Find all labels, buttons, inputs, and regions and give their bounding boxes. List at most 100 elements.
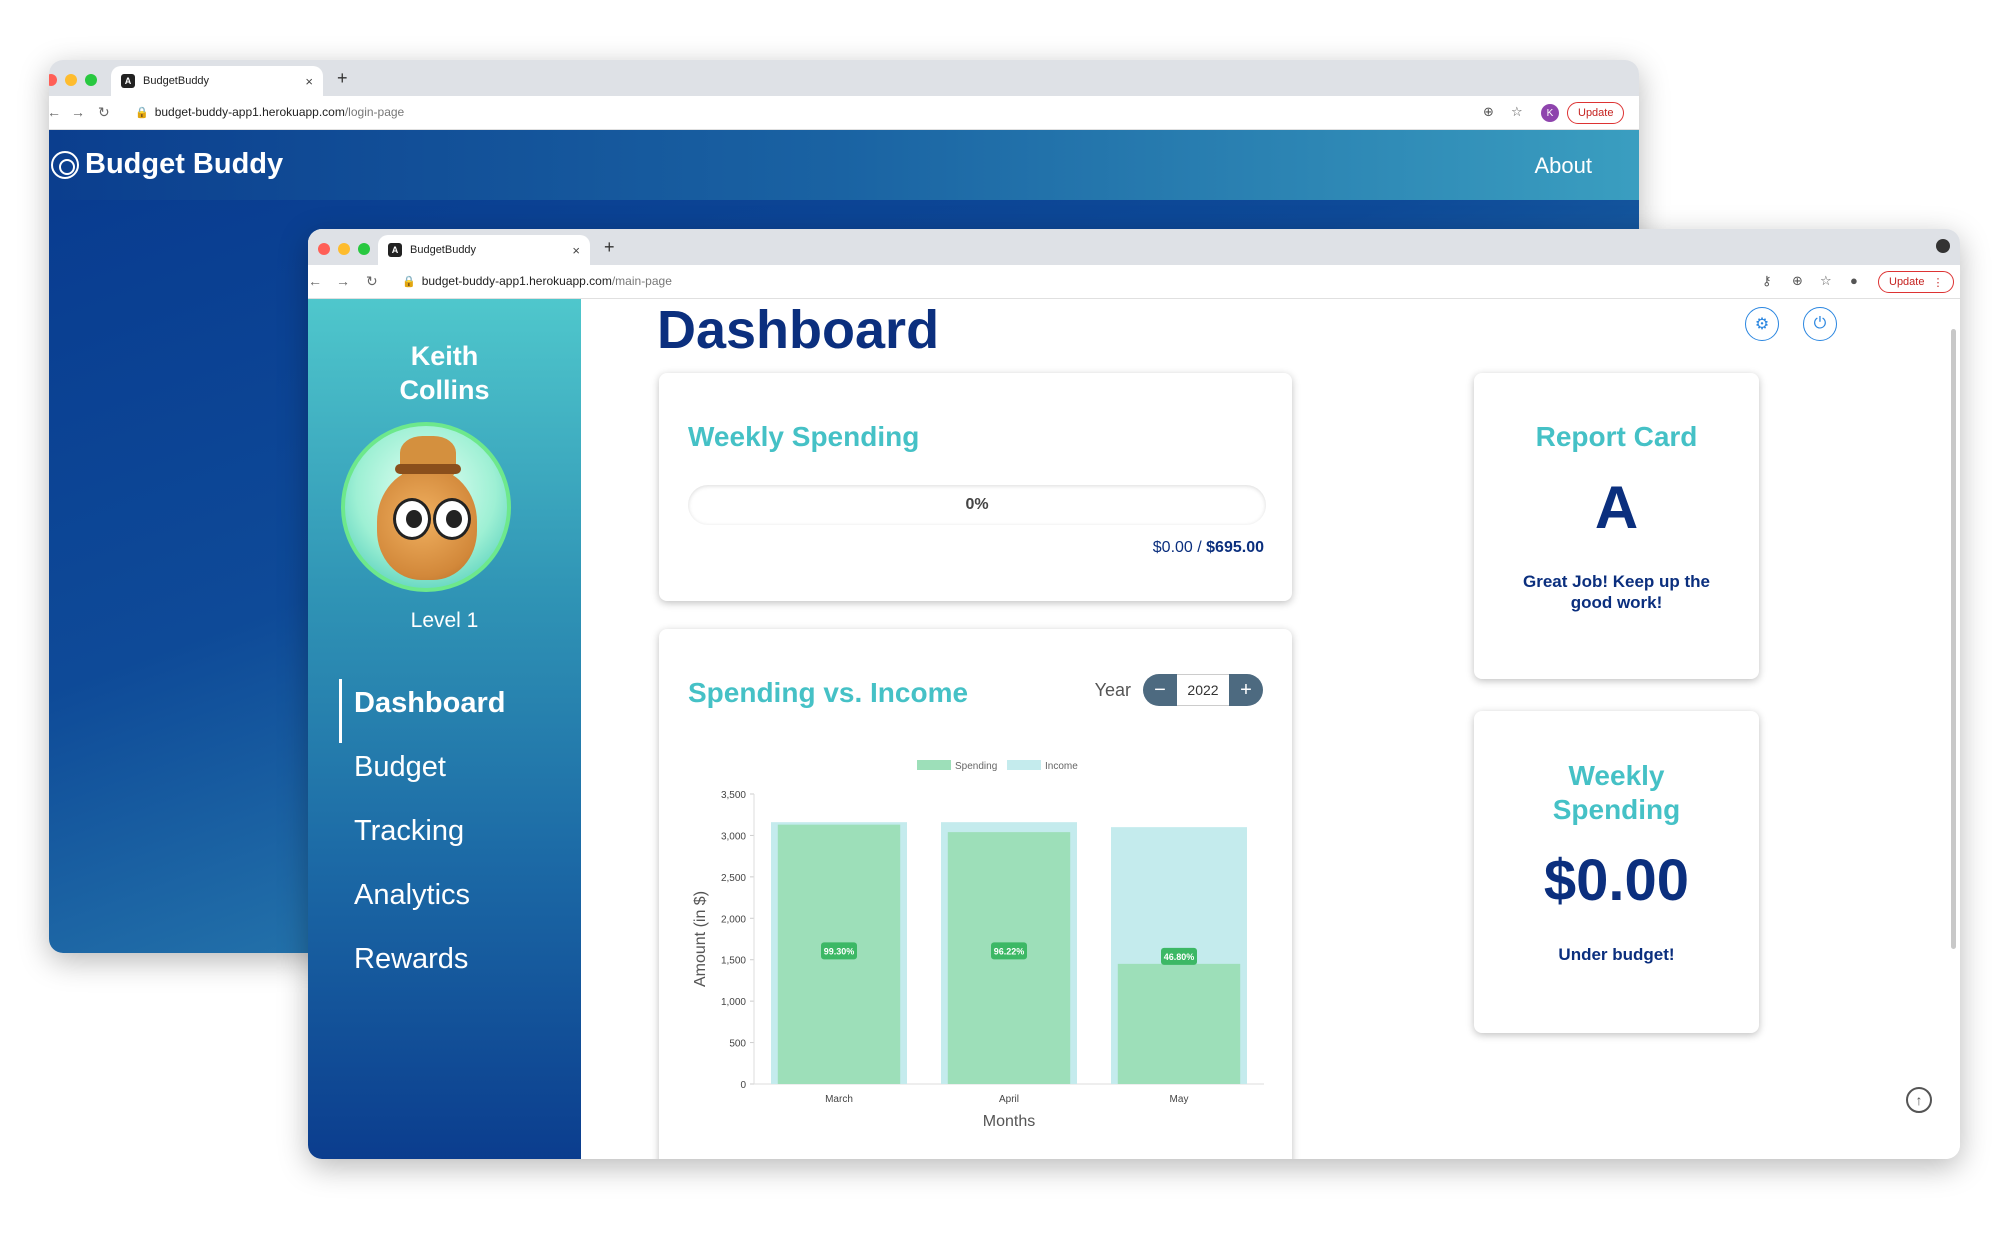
spent-vs-budget: $0.00 / $695.00 — [1153, 539, 1264, 557]
year-selector: Year − 2022 + — [1095, 674, 1263, 706]
y-tick-label: 2,500 — [721, 873, 746, 884]
year-increment-button[interactable]: + — [1229, 674, 1263, 706]
spent-amount: $0.00 — [1152, 539, 1193, 556]
report-card: Report Card A Great Job! Keep up the goo… — [1474, 373, 1759, 679]
reload-icon[interactable]: ↻ — [98, 104, 110, 121]
forward-arrow-icon[interactable]: → — [336, 273, 350, 289]
url-field[interactable]: 🔒 budget-buddy-app1.herokuapp.com/main-pa… — [402, 274, 672, 288]
forward-arrow-icon[interactable]: → — [71, 104, 85, 120]
weekly-spending-progress-bar: 0% — [688, 485, 1266, 525]
back-arrow-icon[interactable]: ← — [49, 104, 61, 120]
data-label: 96.22% — [994, 946, 1025, 956]
sidebar: Keith Collins Level 1 Dashboard Budget T… — [308, 299, 581, 1159]
spending-vs-income-chart: Spending Income 0 500 1,000 1,500 2,000 2,500 3,… — [692, 760, 1264, 1130]
weekly-summary-status: Under budget! — [1558, 945, 1675, 964]
brand-logo[interactable]: Budget Buddy — [51, 148, 283, 181]
key-icon[interactable]: ⚷ — [1762, 273, 1772, 289]
bag-tie — [395, 464, 461, 474]
left-eye — [393, 498, 431, 540]
sidebar-nav: Dashboard Budget Tracking Analytics Rewa… — [339, 679, 505, 999]
data-label: 99.30% — [824, 946, 855, 956]
weekly-summary-title: Weekly Spending — [1552, 760, 1681, 825]
close-tab-icon[interactable]: × — [572, 243, 580, 258]
angular-icon: A — [121, 74, 135, 88]
legend-swatch-spending — [917, 760, 951, 770]
install-app-icon[interactable]: ⊕ — [1792, 273, 1803, 289]
scroll-to-top-icon[interactable]: ↑ — [1906, 1087, 1932, 1113]
legend-swatch-income — [1007, 760, 1041, 770]
minimize-window-button[interactable] — [65, 74, 77, 86]
y-tick-label: 3,000 — [721, 831, 746, 842]
tab-title: BudgetBuddy — [143, 75, 210, 87]
sidebar-item-dashboard[interactable]: Dashboard — [339, 679, 505, 743]
sidebar-item-analytics[interactable]: Analytics — [342, 871, 505, 935]
back-arrow-icon[interactable]: ← — [308, 273, 322, 289]
user-name: Keith Collins — [399, 341, 490, 405]
tab-title: BudgetBuddy — [410, 244, 477, 256]
dashboard-browser-window: A BudgetBuddy × + ← → ↻ 🔒 budget-buddy-ap… — [308, 229, 1960, 1159]
y-tick-label: 1,000 — [721, 997, 746, 1008]
y-tick-label: 3,500 — [721, 790, 746, 801]
close-window-button[interactable] — [318, 243, 330, 255]
angular-icon: A — [388, 243, 402, 257]
weekly-summary-amount: $0.00 — [1543, 848, 1690, 913]
y-tick-label: 1,500 — [721, 956, 746, 967]
update-button[interactable]: Update — [1567, 102, 1625, 124]
close-window-button[interactable] — [49, 74, 57, 86]
weekly-spending-summary-card: Weekly Spending $0.00 Under budget! — [1474, 711, 1759, 1033]
address-bar: ← → ↻ 🔒 budget-buddy-app1.herokuapp.com/l… — [49, 96, 1639, 130]
brand-name: Budget Buddy — [85, 148, 284, 180]
sidebar-item-budget[interactable]: Budget — [342, 743, 505, 807]
new-tab-button[interactable]: + — [604, 237, 615, 258]
bookmark-star-icon[interactable]: ☆ — [1511, 104, 1523, 120]
weekly-spending-card: Weekly Spending 0% $0.00 / $695.00 — [659, 373, 1292, 601]
weekly-spending-title: Weekly Spending — [688, 421, 920, 452]
sidebar-item-tracking[interactable]: Tracking — [342, 807, 505, 871]
right-eye — [433, 498, 471, 540]
y-axis-label: Amount (in $) — [692, 891, 709, 987]
progress-percent: 0% — [965, 496, 989, 513]
year-decrement-button[interactable]: − — [1143, 674, 1177, 706]
about-link[interactable]: About — [1535, 153, 1593, 179]
window-controls[interactable] — [318, 243, 370, 255]
settings-gear-icon[interactable]: ⚙ — [1745, 307, 1779, 341]
y-tick-label: 0 — [740, 1080, 746, 1091]
y-tick-label: 2,000 — [721, 914, 746, 925]
sidebar-item-rewards[interactable]: Rewards — [342, 935, 505, 999]
legend-label-spending: Spending — [955, 761, 997, 772]
main-content: Dashboard ⚙ ⏻ Weekly Spending 0% $0.00 /… — [581, 299, 1960, 1159]
avatar — [341, 422, 511, 592]
year-value[interactable]: 2022 — [1177, 674, 1229, 706]
browser-tab[interactable]: A BudgetBuddy × — [378, 235, 590, 265]
close-tab-icon[interactable]: × — [305, 74, 313, 89]
url-field[interactable]: 🔒 budget-buddy-app1.herokuapp.com/login-p… — [135, 105, 404, 119]
power-logout-icon[interactable]: ⏻ — [1803, 307, 1837, 341]
lock-icon: 🔒 — [135, 107, 149, 119]
x-tick-label: March — [825, 1094, 853, 1105]
menu-dots-icon: ⋮ — [1932, 276, 1944, 289]
legend-label-income: Income — [1045, 761, 1078, 772]
budget-amount: $695.00 — [1206, 539, 1264, 556]
budget-buddy-logo-icon — [51, 150, 79, 179]
spending-vs-income-title: Spending vs. Income — [688, 677, 969, 708]
install-app-icon[interactable]: ⊕ — [1483, 104, 1494, 120]
new-tab-button[interactable]: + — [337, 68, 348, 89]
minimize-window-button[interactable] — [338, 243, 350, 255]
scrollbar[interactable] — [1951, 329, 1956, 949]
tab-strip: A BudgetBuddy × + — [49, 60, 1639, 96]
bookmark-star-icon[interactable]: ☆ — [1820, 273, 1832, 289]
page-title: Dashboard — [657, 300, 940, 360]
x-tick-label: May — [1170, 1094, 1189, 1105]
year-stepper: − 2022 + — [1143, 674, 1263, 706]
browser-tab[interactable]: A BudgetBuddy × — [111, 66, 323, 96]
profile-avatar[interactable]: K — [1541, 104, 1559, 122]
maximize-window-button[interactable] — [85, 74, 97, 86]
tab-strip: A BudgetBuddy × + — [308, 229, 1960, 265]
profile-icon[interactable]: ● — [1850, 273, 1858, 288]
reload-icon[interactable]: ↻ — [366, 273, 378, 290]
maximize-window-button[interactable] — [358, 243, 370, 255]
window-controls[interactable] — [49, 74, 97, 86]
update-button[interactable]: Update ⋮ — [1878, 271, 1955, 293]
amount-separator: / — [1192, 539, 1207, 556]
tab-search-icon[interactable] — [1936, 239, 1950, 253]
